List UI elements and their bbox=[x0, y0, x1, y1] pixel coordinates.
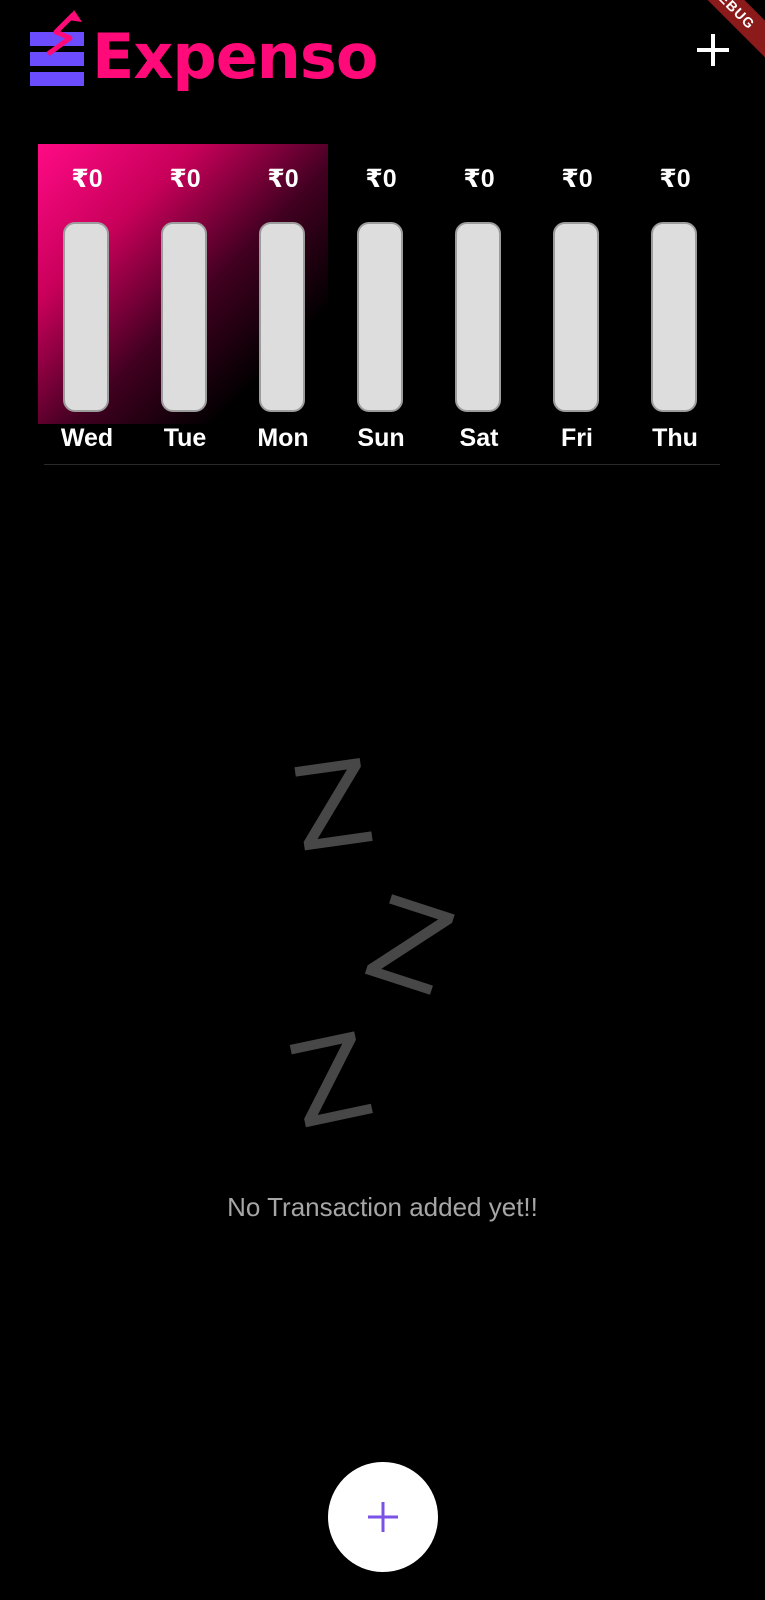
chart-day-amount: ₹0 bbox=[463, 165, 495, 193]
chart-day-fri: ₹0 Fri bbox=[528, 144, 626, 454]
chart-day-label: Sat bbox=[459, 424, 499, 452]
chart-day-label: Wed bbox=[60, 424, 114, 452]
chart-day-amount: ₹0 bbox=[365, 165, 397, 193]
chart-day-label: Fri bbox=[561, 424, 593, 452]
chart-day-bar bbox=[63, 222, 109, 412]
chart-day-thu: ₹0 Thu bbox=[626, 144, 724, 454]
chart-day-label: Sun bbox=[357, 424, 405, 452]
app-bar: Expenso DEBUG bbox=[0, 0, 765, 110]
chart-day-amount: ₹0 bbox=[169, 165, 201, 193]
chart-day-label: Thu bbox=[652, 424, 698, 452]
plus-icon bbox=[368, 1502, 398, 1532]
chart-day-tue: ₹0 Tue bbox=[136, 144, 234, 454]
empty-state-message: No Transaction added yet!! bbox=[227, 1192, 538, 1222]
chart-day-label: Mon bbox=[257, 424, 309, 452]
chart-day-bar bbox=[161, 222, 207, 412]
expenso-logo-icon bbox=[30, 10, 90, 94]
chart-day-bar bbox=[455, 222, 501, 412]
sleep-zzz-icon: Z Z Z bbox=[278, 735, 480, 1160]
plus-icon bbox=[697, 34, 729, 66]
fab-add-transaction-button[interactable] bbox=[328, 1462, 438, 1572]
chart-day-amount: ₹0 bbox=[71, 165, 103, 193]
sleep-z-letter: Z bbox=[351, 871, 468, 1023]
chart-day-sun: ₹0 Sun bbox=[332, 144, 430, 454]
weekly-spending-chart: ₹0 Wed ₹0 Tue ₹0 Mon ₹0 Sun ₹0 Sat ₹0 Fri ₹0 Thu bbox=[38, 144, 728, 465]
chart-day-bar bbox=[651, 222, 697, 412]
chart-day-bar bbox=[259, 222, 305, 412]
sleep-z-letter: Z bbox=[278, 1008, 384, 1156]
chart-divider bbox=[44, 464, 720, 465]
chart-day-bar bbox=[553, 222, 599, 412]
app-logo: Expenso bbox=[30, 4, 378, 100]
add-transaction-button[interactable] bbox=[691, 28, 735, 72]
sleep-z-letter: Z bbox=[284, 735, 382, 879]
chart-day-wed: ₹0 Wed bbox=[38, 144, 136, 454]
chart-days: ₹0 Wed ₹0 Tue ₹0 Mon ₹0 Sun ₹0 Sat ₹0 Fri ₹0 Thu bbox=[38, 144, 728, 454]
chart-day-amount: ₹0 bbox=[267, 165, 299, 193]
chart-day-mon: ₹0 Mon bbox=[234, 144, 332, 454]
chart-day-amount: ₹0 bbox=[659, 165, 691, 193]
chart-day-sat: ₹0 Sat bbox=[430, 144, 528, 454]
app-title: Expenso bbox=[92, 20, 378, 93]
chart-day-amount: ₹0 bbox=[561, 165, 593, 193]
chart-day-label: Tue bbox=[163, 424, 207, 452]
chart-day-bar bbox=[357, 222, 403, 412]
